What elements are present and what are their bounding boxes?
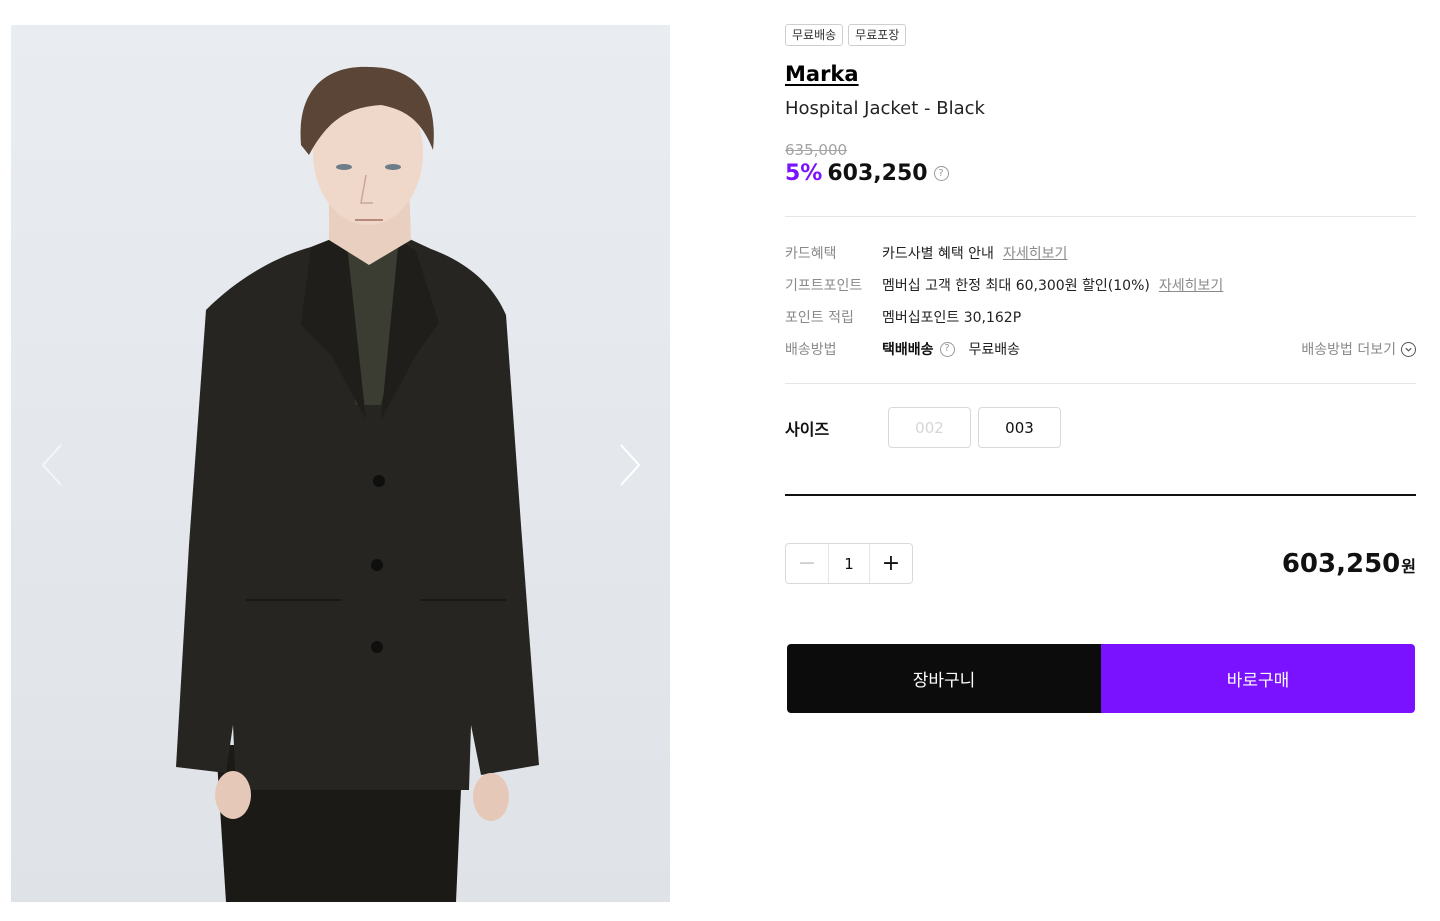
original-price: 635,000 — [785, 141, 848, 159]
product-image-gallery[interactable] — [11, 25, 670, 902]
total-unit: 원 — [1401, 556, 1416, 576]
size-option-003[interactable]: 003 — [978, 407, 1061, 448]
final-price: 603,250 — [827, 161, 928, 186]
divider-strong — [785, 494, 1416, 496]
benefit-row-shipping: 배송방법 택배배송 ? 무료배송 배송방법 더보기 — [785, 333, 1416, 365]
action-buttons: 장바구니 바로구매 — [787, 644, 1415, 713]
gift-details-link[interactable]: 자세히보기 — [1159, 275, 1223, 295]
benefit-label: 카드혜택 — [785, 246, 837, 262]
benefit-value: 카드사별 혜택 안내 — [882, 246, 994, 262]
shipping-more-label: 배송방법 더보기 — [1301, 342, 1396, 358]
divider — [785, 383, 1416, 384]
chevron-left-icon — [41, 444, 62, 486]
add-to-cart-button[interactable]: 장바구니 — [787, 644, 1101, 713]
divider — [785, 216, 1416, 217]
product-name: Hospital Jacket - Black — [785, 98, 985, 119]
quantity-value[interactable]: 1 — [828, 544, 870, 583]
question-circle-icon[interactable]: ? — [933, 166, 949, 181]
benefit-row-gift: 기프트포인트 멤버십 고객 한정 최대 60,300원 할인(10%) 자세히보… — [785, 269, 1416, 301]
question-circle-icon[interactable]: ? — [939, 341, 955, 357]
quantity-stepper: − 1 + — [785, 543, 913, 584]
product-photo — [11, 25, 670, 902]
discount-rate: 5% — [785, 161, 823, 186]
chevron-down-icon — [1401, 341, 1416, 357]
badge-free-shipping: 무료배송 — [785, 24, 844, 46]
quantity-row: − 1 + 603,250 원 — [785, 543, 1416, 584]
quantity-increase-button[interactable]: + — [870, 544, 912, 583]
gallery-next-button[interactable] — [611, 437, 651, 493]
buy-now-button[interactable]: 바로구매 — [1101, 644, 1415, 713]
card-details-link[interactable]: 자세히보기 — [1003, 243, 1067, 263]
gallery-prev-button[interactable] — [31, 437, 71, 493]
benefit-row-card: 카드혜택 카드사별 혜택 안내 자세히보기 — [785, 237, 1416, 269]
brand-link[interactable]: Marka — [785, 62, 859, 86]
shipping-more-button[interactable]: 배송방법 더보기 — [1301, 339, 1416, 359]
benefit-label: 기프트포인트 — [785, 278, 863, 294]
badge-list: 무료배송 무료포장 — [785, 24, 1416, 46]
quantity-decrease-button[interactable]: − — [786, 544, 828, 583]
size-label: 사이즈 — [785, 419, 830, 439]
size-option-002[interactable]: 002 — [888, 407, 971, 448]
benefit-value: 멤버십 고객 한정 최대 60,300원 할인(10%) — [882, 278, 1150, 294]
size-selector: 사이즈 002 003 — [785, 407, 1416, 448]
total-price: 603,250 원 — [1282, 549, 1416, 579]
price-row: 5% 603,250 ? — [785, 161, 1416, 186]
benefits-list: 카드혜택 카드사별 혜택 안내 자세히보기 기프트포인트 멤버십 고객 한정 최… — [785, 237, 1416, 365]
benefit-label: 포인트 적립 — [785, 310, 854, 326]
shipping-fee: 무료배송 — [968, 342, 1021, 358]
benefit-row-points: 포인트 적립 멤버십포인트 30,162P — [785, 301, 1416, 333]
badge-free-wrapping: 무료포장 — [848, 24, 907, 46]
product-info-panel: 무료배송 무료포장 Marka Hospital Jacket - Black … — [785, 24, 1416, 713]
total-amount: 603,250 — [1281, 548, 1401, 579]
benefit-value: 멤버십포인트 30,162P — [882, 310, 1022, 326]
benefit-label: 배송방법 — [785, 342, 837, 358]
chevron-right-icon — [620, 444, 641, 486]
shipping-method: 택배배송 — [882, 342, 934, 358]
